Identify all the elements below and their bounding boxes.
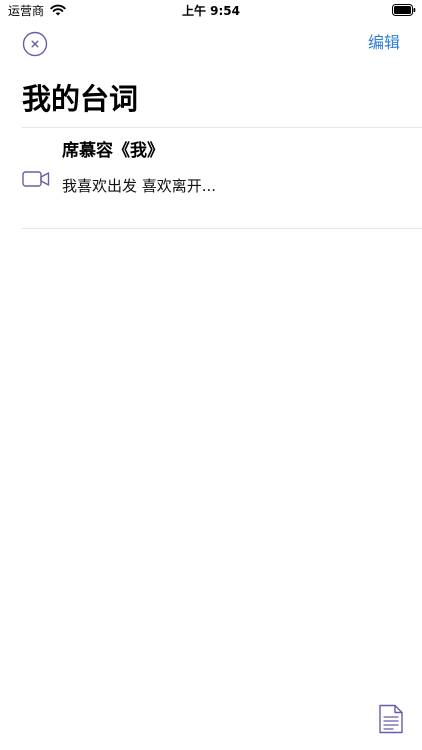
list-bottom-divider: [22, 228, 422, 229]
status-bar: 运营商 上午 9:54: [0, 0, 422, 22]
video-camera-icon: [22, 171, 50, 187]
document-icon[interactable]: [378, 704, 404, 734]
status-time: 上午 9:54: [181, 4, 241, 18]
close-circle-icon[interactable]: [22, 31, 48, 57]
list-item-subtitle: 我喜欢出发 喜欢离开...: [62, 177, 217, 195]
list-item[interactable]: 席慕容《我》 我喜欢出发 喜欢离开...: [0, 128, 422, 228]
edit-button[interactable]: 编辑: [362, 31, 406, 55]
screen: 运营商 上午 9:54 编辑 我的台词 席慕容《我》 我喜欢出发 喜欢离开...: [0, 0, 422, 750]
list-item-title: 席慕容《我》: [62, 141, 164, 161]
battery-icon: [392, 4, 416, 16]
page-title: 我的台词: [22, 82, 139, 116]
